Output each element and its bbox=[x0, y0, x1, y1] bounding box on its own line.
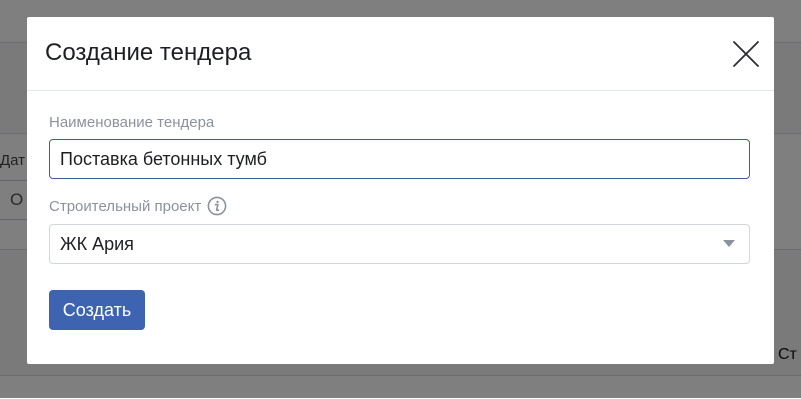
info-icon[interactable] bbox=[207, 196, 227, 216]
construction-project-select[interactable]: ЖК Ария bbox=[49, 224, 750, 264]
tender-name-label: Наименование тендера bbox=[49, 114, 214, 131]
construction-project-label-text: Строительный проект bbox=[49, 197, 202, 215]
construction-project-selected-value: ЖК Ария bbox=[60, 234, 134, 254]
construction-project-label: Строительный проект bbox=[49, 196, 227, 216]
chevron-down-icon bbox=[723, 240, 735, 247]
close-button[interactable] bbox=[731, 39, 761, 69]
tender-name-label-text: Наименование тендера bbox=[49, 114, 215, 131]
create-tender-dialog: Создание тендера Наименование тендера Ст… bbox=[27, 17, 774, 364]
dialog-header: Создание тендера bbox=[27, 17, 774, 91]
dialog-title: Создание тендера bbox=[45, 39, 252, 66]
close-icon bbox=[733, 41, 759, 67]
tender-name-input[interactable] bbox=[49, 139, 750, 179]
create-button[interactable]: Создать bbox=[49, 290, 145, 330]
